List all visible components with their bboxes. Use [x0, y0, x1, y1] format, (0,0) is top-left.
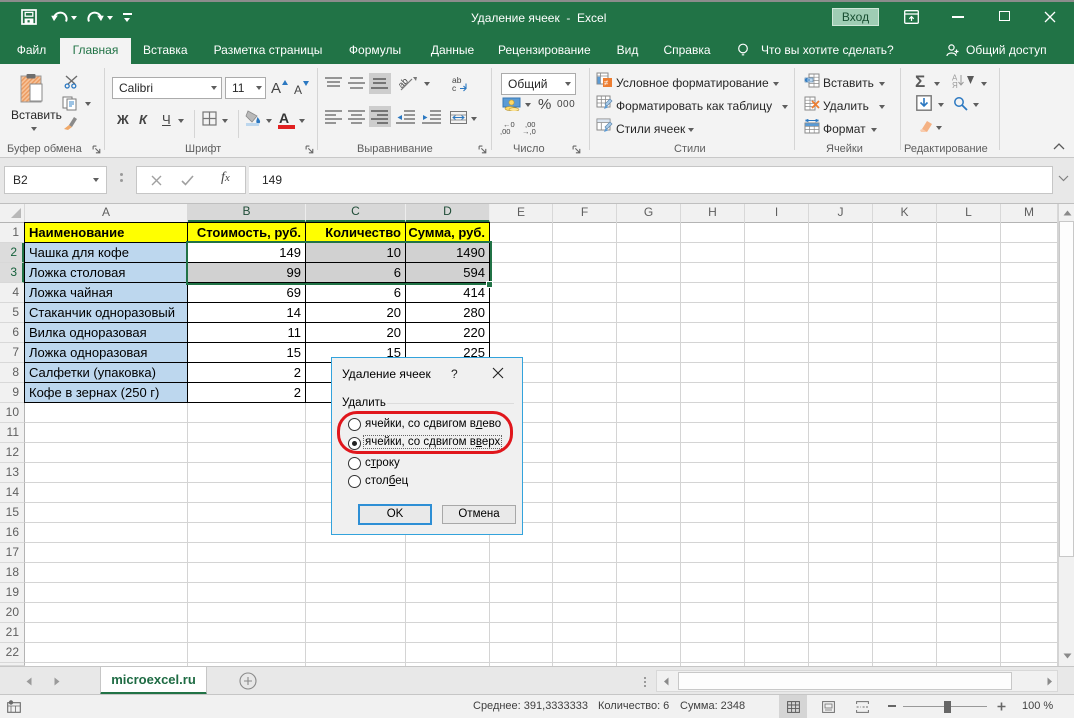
svg-text:Я: Я: [952, 81, 958, 88]
svg-text:≠: ≠: [604, 79, 609, 88]
svg-text:,00: ,00: [500, 127, 510, 135]
svg-text:→,0: →,0: [522, 127, 536, 135]
svg-text:ab: ab: [399, 76, 410, 90]
